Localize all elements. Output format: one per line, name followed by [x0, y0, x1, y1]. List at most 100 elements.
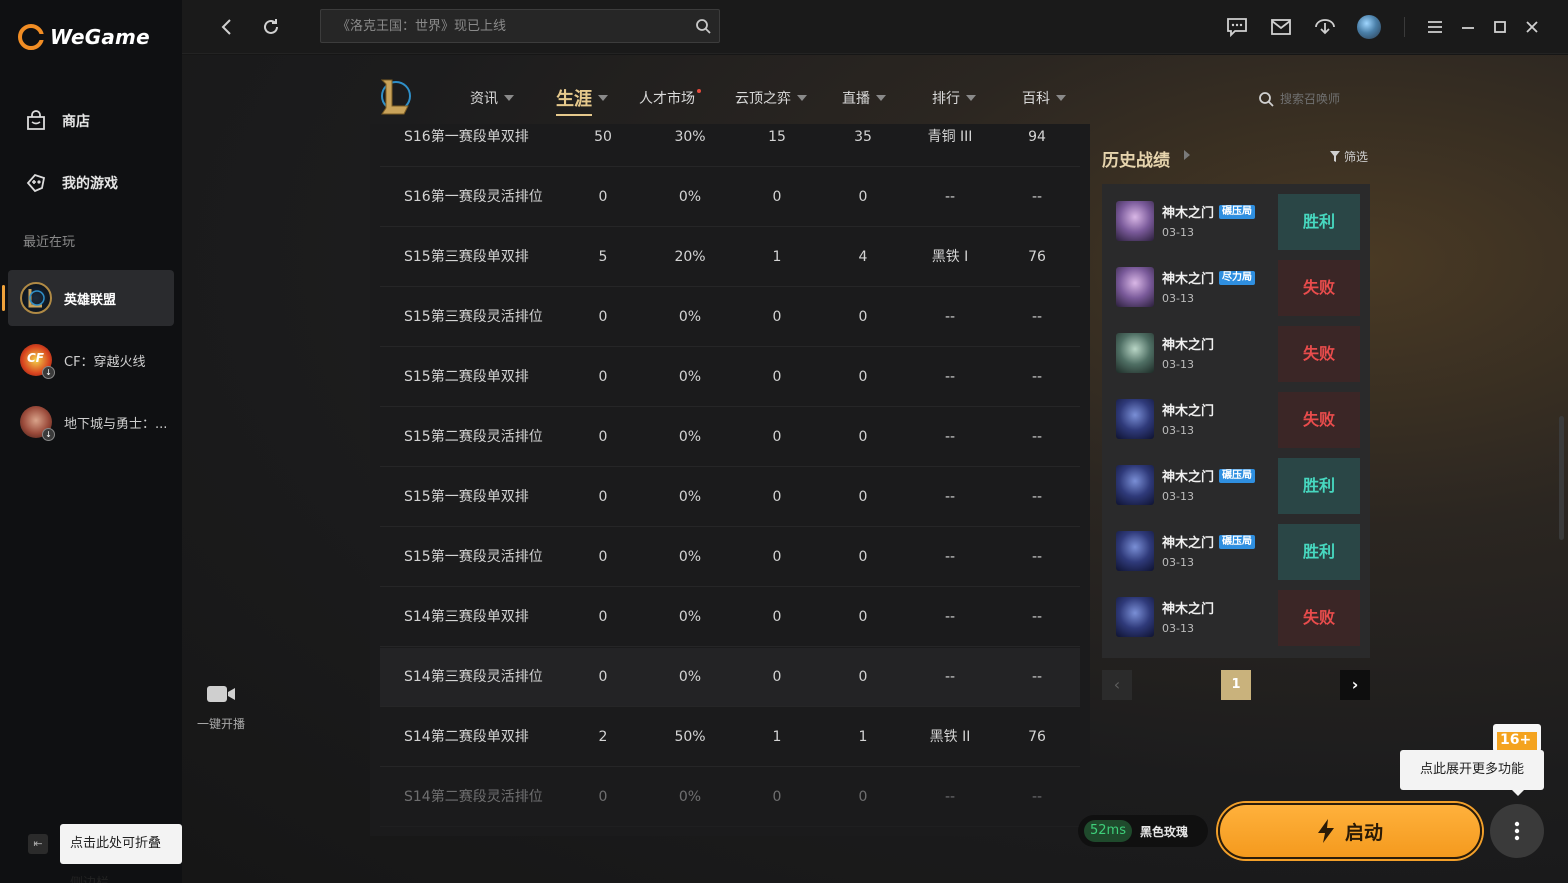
more-options-button[interactable]: [1490, 804, 1544, 858]
table-row: S14第三赛段单双排 0 0% 0 0 -- --: [380, 588, 1080, 647]
chevron-down-icon: [966, 95, 976, 101]
match-history-title[interactable]: 历史战绩: [1102, 146, 1170, 171]
tab-career[interactable]: 生涯: [556, 85, 608, 116]
table-cell: 0: [772, 549, 782, 565]
table-cell: 50%: [674, 729, 706, 745]
recent-played-label: 最近在玩: [23, 235, 76, 250]
table-cell: S15第一赛段灵活排位: [404, 549, 543, 565]
sidebar-game-label: 英雄联盟: [64, 292, 117, 308]
table-cell: 0%: [678, 789, 702, 805]
chevron-down-icon: [876, 95, 886, 101]
table-cell: 黑铁 I: [931, 249, 969, 265]
sidebar-game-label: CF：穿越火线: [64, 354, 146, 370]
champion-portrait: [1116, 333, 1154, 373]
page-number-button[interactable]: 1: [1221, 670, 1251, 700]
match-item[interactable]: 神木之门 碾压局 03-13 胜利: [1102, 448, 1370, 514]
search-icon[interactable]: [695, 18, 711, 38]
sidebar-item-shop[interactable]: 商店: [8, 94, 174, 148]
launch-button[interactable]: 启动: [1218, 803, 1482, 859]
match-item[interactable]: 神木之门 碾压局 03-13 胜利: [1102, 514, 1370, 580]
table-cell: 0: [598, 609, 608, 625]
table-cell: 0: [598, 789, 608, 805]
next-page-button[interactable]: ›: [1340, 670, 1370, 700]
back-icon[interactable]: [214, 14, 240, 40]
scrollbar[interactable]: [1559, 416, 1564, 540]
tab-news[interactable]: 资讯: [470, 88, 514, 108]
sidebar-game-lol[interactable]: 英雄联盟: [2, 270, 174, 326]
tab-tft[interactable]: 云顶之弈: [735, 88, 807, 108]
one-click-stream-button[interactable]: 一键开播: [193, 683, 249, 732]
table-cell: 0: [858, 609, 868, 625]
table-cell: 0%: [678, 309, 702, 325]
table-cell: 0: [772, 189, 782, 205]
match-date: 03-13: [1162, 490, 1194, 503]
season-stats-table: S16第一赛段单双排 50 30% 15 35 青铜 III 94 S16第一赛段灵活排位 0 0…: [370, 124, 1090, 836]
prev-page-button[interactable]: ‹: [1102, 670, 1132, 700]
tab-wiki[interactable]: 百科: [1022, 88, 1066, 108]
table-row: S14第二赛段单双排 2 50% 1 1 黑铁 II 76: [380, 708, 1080, 767]
chevron-right-icon[interactable]: [1184, 150, 1190, 160]
match-result: 失败: [1278, 590, 1360, 646]
chevron-down-icon: [797, 95, 807, 101]
table-cell: --: [944, 309, 956, 325]
match-item[interactable]: 神木之门 尽力局 03-13 失败: [1102, 250, 1370, 316]
mail-icon[interactable]: [1268, 14, 1294, 40]
collapse-sidebar-icon[interactable]: ⇤: [28, 834, 48, 854]
sidebar-game-dnf[interactable]: ↓ 地下城与勇士：...: [8, 394, 174, 450]
server-status[interactable]: 52ms 黑色玫瑰: [1078, 815, 1208, 847]
table-cell: S16第一赛段单双排: [404, 129, 529, 145]
match-map-name: 神木之门: [1162, 602, 1215, 617]
match-item[interactable]: 神木之门 03-13 失败: [1102, 580, 1370, 646]
table-cell: S16第一赛段灵活排位: [404, 189, 543, 205]
table-cell: 0: [772, 789, 782, 805]
filter-button[interactable]: 筛选: [1330, 148, 1368, 165]
table-cell: S14第三赛段单双排: [404, 609, 529, 625]
download-icon: ↓: [42, 428, 55, 441]
user-avatar[interactable]: [1356, 14, 1382, 40]
topbar: [182, 0, 1568, 54]
table-cell: 50: [594, 129, 612, 145]
tab-talent-market[interactable]: 人才市场: [639, 88, 701, 108]
topbar-divider: [1404, 17, 1405, 37]
sidebar-game-cf[interactable]: CF ↓ CF：穿越火线: [8, 332, 174, 388]
match-map: 神木之门 碾压局: [1162, 466, 1256, 485]
table-cell: 0%: [678, 669, 702, 685]
table-row: S15第一赛段单双排 0 0% 0 0 -- --: [380, 468, 1080, 527]
ping-badge: 52ms: [1084, 820, 1132, 842]
maximize-icon[interactable]: [1487, 14, 1513, 40]
table-cell: 0: [598, 669, 608, 685]
chat-icon[interactable]: [1224, 14, 1250, 40]
summoner-search[interactable]: 搜索召唤师: [1258, 90, 1340, 107]
table-cell: 0%: [678, 489, 702, 505]
tab-label: 人才市场: [639, 91, 695, 107]
match-item[interactable]: 神木之门 碾压局 03-13 胜利: [1102, 184, 1370, 250]
refresh-icon[interactable]: [258, 14, 284, 40]
global-search[interactable]: [320, 9, 720, 43]
league-of-legends-logo-icon[interactable]: [374, 74, 414, 118]
sidebar-item-my-games[interactable]: 我的游戏: [8, 156, 174, 210]
table-cell: 0: [858, 429, 868, 445]
table-cell: 0%: [660, 828, 720, 836]
table-cell: --: [944, 549, 956, 565]
table-cell: 0: [598, 489, 608, 505]
match-item[interactable]: 神木之门 03-13 失败: [1102, 382, 1370, 448]
minimize-icon[interactable]: [1455, 14, 1481, 40]
close-icon[interactable]: [1519, 14, 1545, 40]
tab-live[interactable]: 直播: [842, 88, 886, 108]
match-item[interactable]: 神木之门 03-13 失败: [1102, 316, 1370, 382]
wegame-logo[interactable]: WeGame: [18, 24, 150, 50]
menu-icon[interactable]: [1422, 14, 1448, 40]
tab-ranking[interactable]: 排行: [932, 88, 976, 108]
table-cell: 0: [598, 309, 608, 325]
table-cell: --: [944, 369, 956, 385]
download-manager-icon[interactable]: [1312, 14, 1338, 40]
wegame-window: WeGame 商店 我的游戏 最近在玩 英雄联盟 CF ↓ CF：穿越火线 ↓ …: [0, 0, 1568, 883]
match-map-name: 神木之门: [1162, 272, 1215, 287]
table-cell: 30%: [674, 129, 706, 145]
match-map: 神木之门 碾压局: [1162, 202, 1256, 221]
table-cell: 0: [598, 369, 608, 385]
search-icon: [1259, 91, 1274, 107]
global-search-input[interactable]: [337, 10, 677, 42]
match-result: 胜利: [1278, 194, 1360, 250]
game-nav: 资讯 生涯 人才市场 云顶之弈 直播 排行 百科 搜索召唤师: [370, 74, 1380, 124]
